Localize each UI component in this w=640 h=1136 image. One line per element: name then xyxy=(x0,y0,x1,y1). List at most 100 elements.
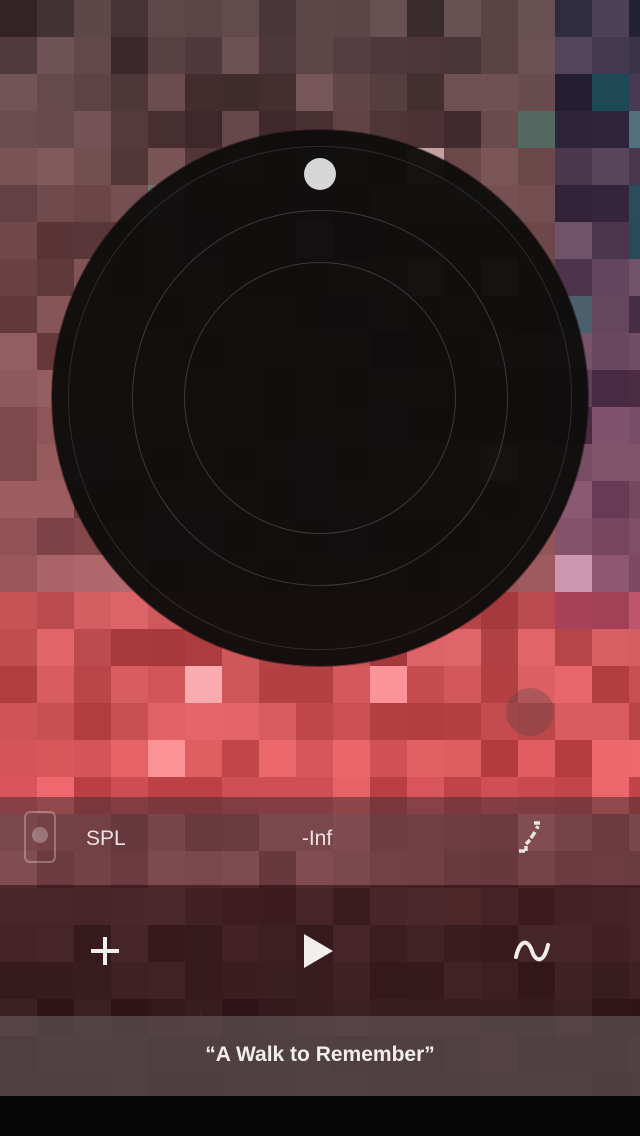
mosaic-tile xyxy=(518,148,555,185)
floating-touch-indicator[interactable] xyxy=(506,688,554,736)
mosaic-tile xyxy=(481,37,518,74)
mosaic-tile xyxy=(518,74,555,111)
mosaic-tile xyxy=(0,296,37,333)
mosaic-tile xyxy=(0,0,37,37)
mosaic-tile xyxy=(148,74,185,111)
control-divider-1 xyxy=(200,1011,201,1016)
mosaic-tile xyxy=(148,0,185,37)
mosaic-tile xyxy=(555,555,592,592)
mosaic-tile xyxy=(592,481,629,518)
mosaic-tile xyxy=(592,259,629,296)
mosaic-tile xyxy=(555,185,592,222)
mosaic-tile xyxy=(185,0,222,37)
mosaic-tile xyxy=(296,703,333,740)
mosaic-tile xyxy=(74,185,111,222)
plus-icon xyxy=(91,937,119,965)
mosaic-tile xyxy=(111,703,148,740)
mosaic-tile xyxy=(481,74,518,111)
mosaic-tile xyxy=(296,74,333,111)
bottom-black-strip xyxy=(0,1096,640,1136)
mosaic-tile xyxy=(407,0,444,37)
mosaic-tile xyxy=(222,703,259,740)
mosaic-tile xyxy=(592,111,629,148)
mosaic-tile xyxy=(407,740,444,777)
spl-label: SPL xyxy=(86,827,126,850)
mosaic-tile xyxy=(148,629,185,666)
mosaic-tile xyxy=(37,0,74,37)
mosaic-tile xyxy=(0,666,37,703)
mosaic-tile xyxy=(444,740,481,777)
mosaic-tile xyxy=(0,444,37,481)
mosaic-tile xyxy=(37,703,74,740)
mosaic-tile xyxy=(629,740,640,777)
mosaic-tile xyxy=(37,148,74,185)
mosaic-tile xyxy=(481,148,518,185)
add-button[interactable] xyxy=(75,921,135,981)
mosaic-tile xyxy=(37,555,74,592)
mosaic-tile xyxy=(111,37,148,74)
mosaic-tile xyxy=(518,185,555,222)
play-button[interactable] xyxy=(288,921,348,981)
mosaic-tile xyxy=(555,74,592,111)
mosaic-tile xyxy=(74,74,111,111)
mosaic-tile xyxy=(222,666,259,703)
mosaic-tile xyxy=(592,703,629,740)
mosaic-tile xyxy=(259,666,296,703)
mosaic-tile xyxy=(592,555,629,592)
step-curve-icon[interactable] xyxy=(512,820,548,856)
mosaic-tile xyxy=(74,629,111,666)
mosaic-tile xyxy=(111,148,148,185)
mosaic-tile xyxy=(555,666,592,703)
mosaic-tile xyxy=(37,111,74,148)
mosaic-tile xyxy=(629,0,640,37)
mosaic-tile xyxy=(370,740,407,777)
mosaic-tile xyxy=(37,518,74,555)
mosaic-tile xyxy=(370,0,407,37)
mosaic-tile xyxy=(592,148,629,185)
spl-value: -Inf xyxy=(301,827,333,850)
dial-knob-handle[interactable] xyxy=(304,158,336,190)
mosaic-tile xyxy=(629,592,640,629)
mosaic-tile xyxy=(629,370,640,407)
mosaic-tile xyxy=(37,666,74,703)
mosaic-tile xyxy=(481,111,518,148)
mosaic-tile xyxy=(0,259,37,296)
mosaic-tile xyxy=(555,629,592,666)
mosaic-tile xyxy=(407,666,444,703)
mosaic-tile xyxy=(629,407,640,444)
mosaic-tile xyxy=(0,555,37,592)
mosaic-tile xyxy=(555,740,592,777)
mosaic-tile xyxy=(74,37,111,74)
mosaic-tile xyxy=(555,0,592,37)
mosaic-tile xyxy=(518,629,555,666)
mosaic-tile xyxy=(0,481,37,518)
mosaic-tile xyxy=(629,296,640,333)
mosaic-tile xyxy=(629,666,640,703)
mosaic-tile xyxy=(592,629,629,666)
mosaic-tile xyxy=(333,74,370,111)
mosaic-tile xyxy=(185,74,222,111)
mosaic-tile xyxy=(370,74,407,111)
mosaic-tile xyxy=(629,259,640,296)
circular-dial[interactable] xyxy=(52,130,588,666)
track-title: “A Walk to Remember” xyxy=(205,1043,435,1066)
mosaic-tile xyxy=(37,185,74,222)
mosaic-tile xyxy=(592,37,629,74)
mosaic-tile xyxy=(222,37,259,74)
mosaic-tile xyxy=(555,518,592,555)
mosaic-tile xyxy=(592,666,629,703)
mosaic-tile xyxy=(481,0,518,37)
mosaic-tile xyxy=(259,740,296,777)
mosaic-tile xyxy=(592,518,629,555)
phone-mic-icon[interactable] xyxy=(24,811,56,863)
mosaic-tile xyxy=(0,148,37,185)
mosaic-tile xyxy=(592,296,629,333)
mosaic-tile xyxy=(333,703,370,740)
mosaic-tile xyxy=(592,407,629,444)
waveform-button[interactable] xyxy=(502,921,562,981)
mosaic-tile xyxy=(0,740,37,777)
mosaic-tile xyxy=(111,74,148,111)
mosaic-tile xyxy=(407,74,444,111)
mosaic-tile xyxy=(148,740,185,777)
mosaic-tile xyxy=(0,222,37,259)
